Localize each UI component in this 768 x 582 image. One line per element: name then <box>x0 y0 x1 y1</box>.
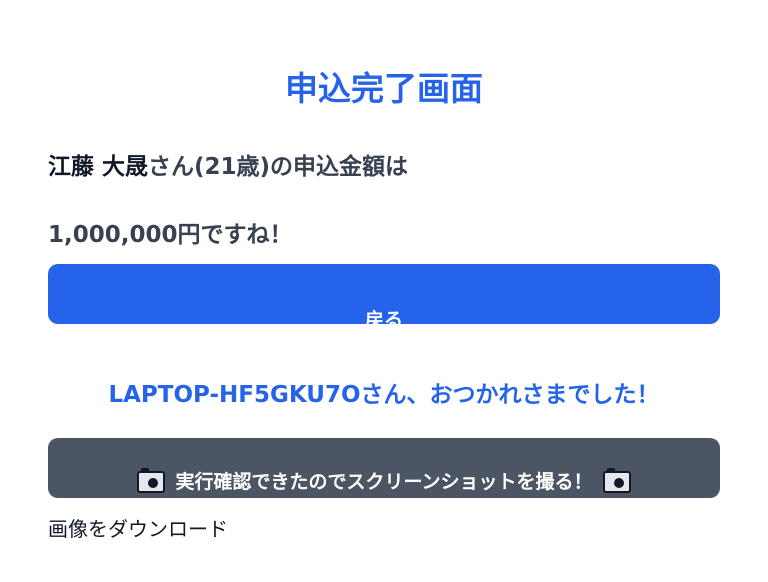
screenshot-button-content: 実行確認できたのでスクリーンショットを撮る！ <box>137 468 631 496</box>
screenshot-button-label: 実行確認できたのでスクリーンショットを撮る！ <box>175 471 593 493</box>
page-title: 申込完了画面 <box>285 69 483 108</box>
applicant-age-text: さん(21歳)の申込金額は <box>148 154 409 180</box>
back-button[interactable]: 戻る <box>48 264 720 324</box>
screenshot-button[interactable]: 実行確認できたのでスクリーンショットを撮る！ <box>48 438 720 498</box>
download-image-link[interactable]: 画像をダウンロード <box>48 514 228 544</box>
amount-text: 1,000,000円ですね！ <box>48 222 293 248</box>
back-button-label: 戻る <box>364 309 403 324</box>
applicant-summary: 江藤 大晟さん(21歳)の申込金額は <box>48 150 408 184</box>
greeting-message: LAPTOP-HF5GKU7Oさん、おつかれさまでした！ <box>108 382 660 408</box>
applicant-name: 江藤 大晟 <box>48 154 149 180</box>
camera-icon <box>137 468 166 493</box>
page: 申込完了画面 江藤 大晟さん(21歳)の申込金額は 1,000,000円ですね！… <box>0 0 768 582</box>
camera-icon <box>602 468 631 493</box>
